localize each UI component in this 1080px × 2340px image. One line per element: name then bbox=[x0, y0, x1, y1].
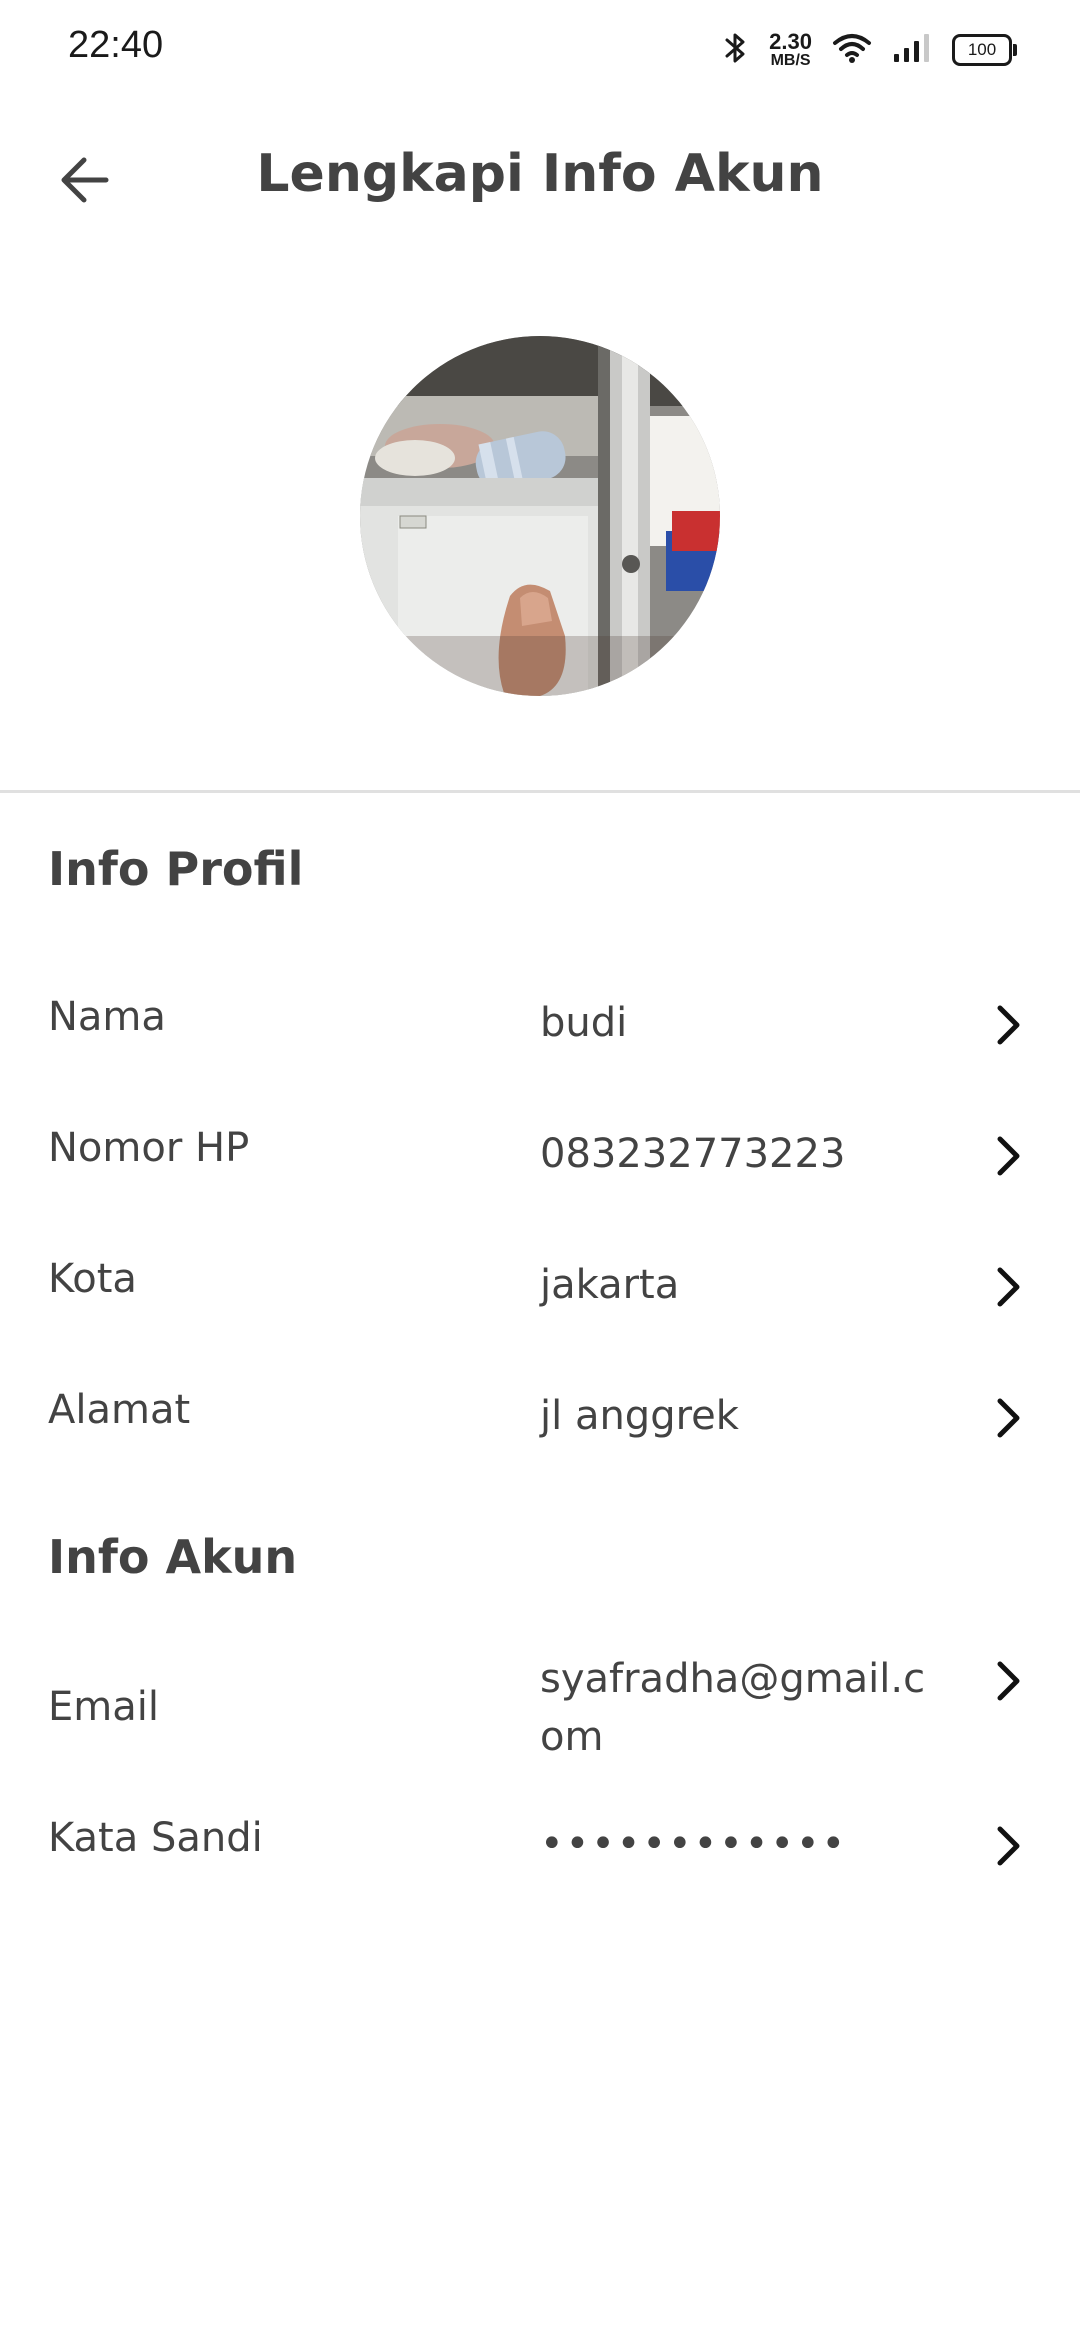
battery-level: 100 bbox=[967, 40, 997, 59]
row-label: Kata Sandi bbox=[48, 1815, 263, 1861]
status-time: 22:40 bbox=[68, 24, 164, 66]
network-speed: 2.30 MB/S bbox=[769, 31, 812, 69]
row-label: Nomor HP bbox=[48, 1125, 250, 1171]
status-bar: 22:40 2.30 MB/S 100 bbox=[0, 0, 1080, 96]
row-value: jakarta bbox=[540, 1262, 680, 1308]
chevron-right-icon bbox=[997, 1136, 1020, 1176]
row-label: Nama bbox=[48, 994, 166, 1040]
chevron-right-icon bbox=[997, 1661, 1020, 1701]
section-divider bbox=[0, 790, 1080, 793]
bluetooth-icon bbox=[723, 30, 749, 70]
signal-icon bbox=[892, 32, 932, 68]
battery-icon: 100 bbox=[952, 34, 1017, 66]
back-button[interactable] bbox=[44, 148, 124, 212]
row-nomor-hp[interactable]: Nomor HP 083232773223 bbox=[0, 1125, 1080, 1189]
network-speed-unit: MB/S bbox=[770, 52, 811, 69]
chevron-right-icon bbox=[997, 1398, 1020, 1438]
network-speed-value: 2.30 bbox=[769, 29, 812, 54]
row-value: jl anggrek bbox=[540, 1393, 739, 1439]
app-bar: Lengkapi Info Akun bbox=[0, 120, 1080, 240]
row-value: syafradha@gmail.com bbox=[540, 1656, 926, 1760]
row-email[interactable]: Email syafradha@gmail.com bbox=[0, 1650, 1080, 1776]
page-title: Lengkapi Info Akun bbox=[256, 144, 824, 204]
row-label: Kota bbox=[48, 1256, 137, 1302]
row-value-password: •••••••••••• bbox=[540, 1821, 848, 1867]
profile-avatar[interactable] bbox=[360, 336, 720, 696]
row-value: budi bbox=[540, 1000, 628, 1046]
section-title-account: Info Akun bbox=[48, 1530, 298, 1584]
status-icons: 2.30 MB/S 100 bbox=[723, 26, 1017, 74]
chevron-right-icon bbox=[997, 1005, 1020, 1045]
row-kota[interactable]: Kota jakarta bbox=[0, 1256, 1080, 1320]
row-kata-sandi[interactable]: Kata Sandi •••••••••••• bbox=[0, 1815, 1080, 1879]
section-title-profile: Info Profil bbox=[48, 842, 304, 896]
row-label: Alamat bbox=[48, 1387, 191, 1433]
profile-photo bbox=[360, 336, 720, 696]
chevron-right-icon bbox=[997, 1267, 1020, 1307]
row-label: Email bbox=[48, 1684, 159, 1730]
row-alamat[interactable]: Alamat jl anggrek bbox=[0, 1387, 1080, 1451]
row-nama[interactable]: Nama budi bbox=[0, 994, 1080, 1058]
row-value: 083232773223 bbox=[540, 1131, 846, 1177]
arrow-left-icon bbox=[61, 157, 109, 203]
wifi-icon bbox=[832, 32, 872, 68]
chevron-right-icon bbox=[997, 1826, 1020, 1866]
